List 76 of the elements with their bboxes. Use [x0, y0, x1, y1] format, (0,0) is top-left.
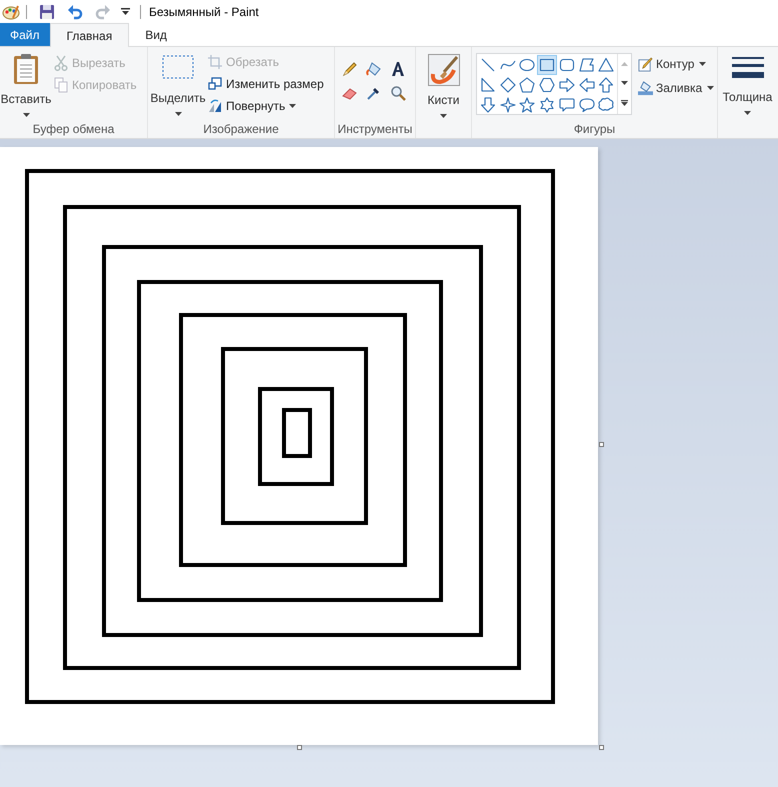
ribbon-tab[interactable]: Главная	[50, 23, 130, 47]
shape-option[interactable]	[478, 95, 498, 115]
ribbon-tab[interactable]: Вид	[129, 23, 183, 46]
caret-icon	[174, 112, 182, 116]
shape-option[interactable]	[498, 75, 518, 95]
fill-bucket-icon	[638, 80, 653, 96]
shape-option[interactable]	[537, 75, 558, 95]
outline-button[interactable]: Контур	[638, 55, 714, 73]
callout-rect-shape-icon	[558, 97, 575, 113]
copy-icon	[54, 76, 68, 92]
save-icon[interactable]	[39, 4, 55, 20]
selection-rectangle-icon	[162, 55, 194, 79]
callout-cloud-shape-icon	[598, 97, 614, 113]
group-label: Изображение	[202, 121, 280, 138]
arrow-left-shape-icon	[578, 77, 595, 93]
callout-oval-shape-icon	[578, 97, 595, 113]
triangle-shape-icon	[598, 57, 614, 73]
resize-button[interactable]: Изменить размер	[208, 74, 324, 93]
diamond-shape-icon	[500, 77, 516, 93]
right-triangle-shape-icon	[480, 77, 496, 93]
fill-bucket-icon[interactable]	[366, 61, 382, 77]
scissors-icon	[54, 54, 68, 70]
size-button[interactable]: Толщина	[718, 47, 777, 138]
star4-shape-icon	[500, 97, 516, 113]
group-label: Буфер обмена	[32, 121, 116, 138]
resize-handle[interactable]	[599, 442, 604, 447]
shape-option[interactable]	[556, 75, 577, 95]
brushes-button[interactable]: Кисти	[416, 47, 471, 120]
line-shape-icon	[480, 57, 496, 73]
caret-icon	[699, 62, 706, 66]
resize-handle[interactable]	[297, 745, 302, 750]
scroll-down-icon[interactable]	[621, 80, 628, 85]
star5-shape-icon	[519, 97, 536, 113]
group-label: Фигуры	[572, 121, 616, 138]
paste-button[interactable]: Вставить	[0, 53, 50, 120]
resize-icon	[208, 76, 222, 90]
undo-icon[interactable]	[67, 4, 83, 20]
rounded-shape-icon	[558, 57, 575, 73]
rotate-icon	[208, 98, 222, 112]
caret-icon	[707, 86, 714, 90]
drawing-canvas[interactable]	[0, 147, 598, 745]
crop-icon	[208, 54, 222, 68]
select-button[interactable]: Выделить	[148, 55, 208, 120]
caret-icon	[744, 111, 751, 115]
clipboard-icon	[13, 53, 39, 85]
arrow-down-shape-icon	[480, 97, 496, 113]
arrow-right-shape-icon	[558, 77, 575, 93]
shape-option[interactable]	[517, 95, 538, 115]
magnifier-icon[interactable]	[390, 85, 406, 101]
pencil-icon	[638, 56, 653, 72]
fill-button[interactable]: Заливка	[638, 79, 714, 97]
shape-option[interactable]	[537, 55, 558, 75]
arrow-up-shape-icon	[598, 77, 614, 93]
expand-gallery-icon[interactable]	[621, 100, 628, 106]
oval-shape-icon	[519, 57, 536, 73]
caret-icon	[440, 114, 447, 118]
ribbon-tab[interactable]: Файл	[0, 23, 50, 46]
rotate-button[interactable]: Повернуть	[208, 96, 324, 115]
text-icon[interactable]	[390, 61, 406, 77]
pentagon-shape-icon	[519, 77, 536, 93]
shape-option[interactable]	[517, 75, 538, 95]
polygon-shape-icon	[578, 57, 595, 73]
rectangle-shape-icon	[539, 57, 556, 73]
resize-handle[interactable]	[599, 745, 604, 750]
dropdown-caret-icon[interactable]	[121, 8, 130, 16]
paintbrush-icon	[428, 54, 460, 86]
caret-icon	[22, 113, 30, 117]
pencil-icon[interactable]	[342, 61, 358, 77]
window-title: Безымянный - Paint	[149, 4, 259, 21]
star6-shape-icon	[539, 97, 556, 113]
shape-option[interactable]	[498, 95, 518, 115]
group-label: Инструменты	[336, 121, 414, 138]
shape-option[interactable]	[576, 75, 597, 95]
paint-palette-icon[interactable]	[2, 4, 20, 20]
hexagon-shape-icon	[539, 77, 556, 93]
caret-icon	[289, 104, 296, 108]
